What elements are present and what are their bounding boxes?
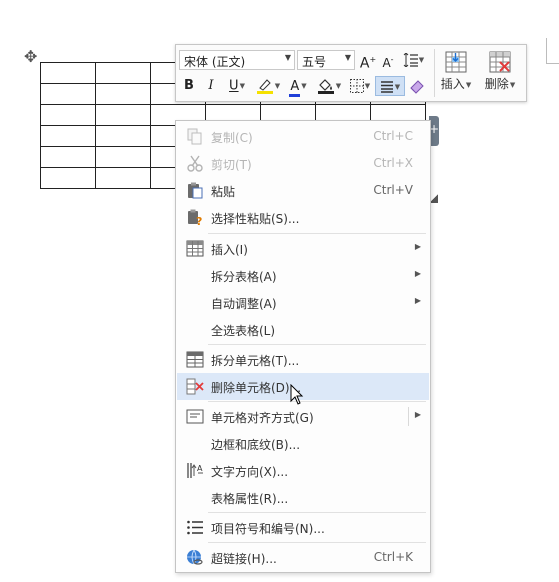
font-size-select[interactable]: 五号 ▼ xyxy=(297,50,355,70)
svg-text:A: A xyxy=(197,464,203,473)
insert-table-icon xyxy=(445,51,467,73)
menu-item-label: 超链接(H)... xyxy=(211,552,277,566)
menu-item-split-table[interactable]: 拆分表格(A) ▶ xyxy=(177,262,429,289)
text-direction-icon: A xyxy=(186,462,204,479)
menu-item-table-properties[interactable]: 表格属性(R)... xyxy=(177,484,429,511)
menu-item-label: 删除单元格(D)... xyxy=(211,381,302,395)
shrink-font-label: A xyxy=(382,56,391,70)
menu-item-cut[interactable]: 剪切(T) Ctrl+X xyxy=(177,150,429,177)
menu-item-shortcut: Ctrl+X xyxy=(373,156,413,170)
format-painter-button[interactable] xyxy=(407,76,427,96)
menu-separator xyxy=(208,512,426,513)
menu-item-copy[interactable]: 复制(C) Ctrl+C xyxy=(177,123,429,150)
font-name-select[interactable]: 宋体 (正文) ▼ xyxy=(179,50,295,70)
menu-separator xyxy=(208,233,426,234)
insert-table-icon xyxy=(186,240,204,257)
delete-table-icon xyxy=(489,51,511,73)
highlight-button[interactable]: ▼ xyxy=(253,76,283,96)
font-name-value: 宋体 (正文) xyxy=(184,55,246,69)
menu-item-label: 剪切(T) xyxy=(211,158,252,172)
menu-item-split-cells[interactable]: 拆分单元格(T)... xyxy=(177,346,429,373)
menu-item-label: 自动调整(A) xyxy=(211,297,277,311)
scissors-icon xyxy=(186,155,204,172)
menu-separator xyxy=(208,542,426,543)
italic-button[interactable]: I xyxy=(202,76,220,96)
font-size-value: 五号 xyxy=(302,55,327,69)
underline-label: U xyxy=(229,78,239,94)
chevron-down-icon: ▼ xyxy=(284,53,291,62)
line-spacing-button[interactable]: ▼ xyxy=(400,50,426,70)
align-center-icon xyxy=(380,81,393,93)
borders-button[interactable]: ▼ xyxy=(346,76,374,96)
menu-item-paste-special[interactable]: ? 选择性粘贴(S)... xyxy=(177,204,429,231)
shading-button[interactable]: ▼ xyxy=(314,76,344,96)
menu-item-label: 单元格对齐方式(G) xyxy=(211,411,314,425)
menu-item-bullets-numbering[interactable]: 项目符号和编号(N)... xyxy=(177,514,429,541)
cell-align-icon xyxy=(186,408,204,425)
font-color-button[interactable]: A ▼ xyxy=(284,76,312,97)
insert-label: 插入 xyxy=(440,77,465,91)
menu-item-cell-alignment[interactable]: 单元格对齐方式(G) ▶ xyxy=(177,403,429,430)
menu-item-label: 拆分表格(A) xyxy=(211,270,277,284)
menu-item-label: 项目符号和编号(N)... xyxy=(211,522,325,536)
align-button[interactable]: ▼ xyxy=(375,76,405,96)
submenu-arrow-icon: ▶ xyxy=(414,296,421,305)
bullet-list-icon xyxy=(186,519,204,536)
menu-item-label: 插入(I) xyxy=(211,243,248,257)
copy-icon xyxy=(186,128,204,145)
submenu-arrow-icon: ▶ xyxy=(414,269,421,278)
menu-item-label: 表格属性(R)... xyxy=(211,492,289,506)
shrink-font-button[interactable]: A- xyxy=(380,50,396,70)
svg-text:?: ? xyxy=(196,215,202,226)
mini-toolbar: 宋体 (正文) ▼ 五号 ▼ A+ A- ▼ B I U▼ ▼ A ▼ ▼ ▼ … xyxy=(175,44,527,102)
menu-item-insert[interactable]: 插入(I) ▶ xyxy=(177,235,429,262)
menu-separator xyxy=(208,401,426,402)
grow-font-button[interactable]: A+ xyxy=(359,50,377,72)
insert-button[interactable]: 插入▼ xyxy=(436,49,476,97)
menu-item-label: 复制(C) xyxy=(211,131,253,145)
grow-font-label: A xyxy=(359,55,370,72)
delete-label: 删除 xyxy=(484,77,509,91)
menu-item-label: 边框和底纹(B)... xyxy=(211,438,301,452)
chevron-down-icon: ▼ xyxy=(344,53,351,62)
menu-item-label: 全选表格(L) xyxy=(211,324,276,338)
menu-item-label: 文字方向(X)... xyxy=(211,465,289,479)
bold-button[interactable]: B xyxy=(180,76,198,96)
menu-item-hyperlink[interactable]: 超链接(H)... Ctrl+K xyxy=(177,544,429,571)
menu-item-label: 粘贴 xyxy=(211,185,236,199)
menu-item-label: 拆分单元格(T)... xyxy=(211,354,300,368)
paste-icon xyxy=(186,182,204,199)
menu-separator xyxy=(208,344,426,345)
paste-special-icon: ? xyxy=(186,209,204,228)
menu-item-borders-shading[interactable]: 边框和底纹(B)... xyxy=(177,430,429,457)
hyperlink-icon xyxy=(186,549,204,566)
line-spacing-icon xyxy=(403,52,418,68)
underline-button[interactable]: U▼ xyxy=(224,76,250,96)
delete-cells-icon xyxy=(186,378,204,395)
font-color-label: A xyxy=(289,79,301,97)
paint-bucket-icon xyxy=(317,79,334,94)
submenu-arrow-icon: ▶ xyxy=(414,410,421,419)
mouse-cursor-icon xyxy=(290,384,304,405)
eraser-icon xyxy=(410,79,424,94)
toolbar-divider xyxy=(434,49,435,97)
menu-item-shortcut: Ctrl+K xyxy=(373,550,413,564)
menu-item-label: 选择性粘贴(S)... xyxy=(211,212,300,226)
page-corner-mark xyxy=(546,38,559,64)
borders-icon xyxy=(349,79,364,93)
delete-button[interactable]: 删除▼ xyxy=(480,49,520,97)
split-cells-icon xyxy=(186,351,204,368)
submenu-arrow-icon: ▶ xyxy=(414,242,421,251)
menu-item-autofit[interactable]: 自动调整(A) ▶ xyxy=(177,289,429,316)
submenu-divider xyxy=(408,407,409,426)
menu-item-select-table[interactable]: 全选表格(L) xyxy=(177,316,429,343)
menu-item-shortcut: Ctrl+V xyxy=(373,183,413,197)
menu-item-text-direction[interactable]: A 文字方向(X)... xyxy=(177,457,429,484)
context-menu: 复制(C) Ctrl+C 剪切(T) Ctrl+X 粘贴 Ctrl+V ? 选择… xyxy=(175,120,431,573)
menu-item-shortcut: Ctrl+C xyxy=(373,129,413,143)
highlighter-icon xyxy=(256,79,273,94)
menu-item-paste[interactable]: 粘贴 Ctrl+V xyxy=(177,177,429,204)
